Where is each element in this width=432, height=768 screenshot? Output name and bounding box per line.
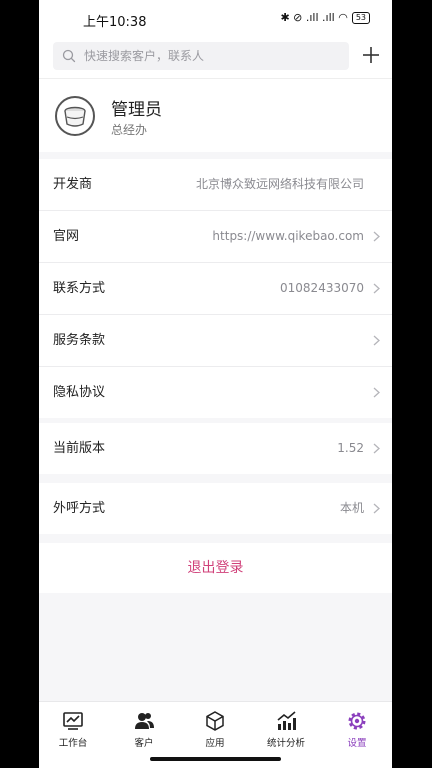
chevron-right-icon xyxy=(373,231,380,242)
status-time: 上午10:38 xyxy=(83,15,147,30)
profile-name: 管理员 xyxy=(111,100,162,120)
settings-screen: 上午10:38 ✱ ⊘ .ıll .ıll ◠ 53 管理员 总 xyxy=(39,0,392,768)
chevron-right-icon xyxy=(373,335,380,346)
bar-chart-icon xyxy=(277,711,296,730)
row-label: 开发商 xyxy=(53,177,93,192)
chevron-right-icon xyxy=(373,443,380,454)
logout-button[interactable]: 退出登录 xyxy=(39,543,392,593)
chevron-right-icon xyxy=(373,387,380,398)
tab-apps[interactable]: 应用 xyxy=(185,710,245,749)
profile-card[interactable]: 管理员 总经办 xyxy=(39,78,392,152)
row-value: https://www.qikebao.com xyxy=(212,229,364,243)
search-box[interactable] xyxy=(53,42,349,70)
tab-label: 客户 xyxy=(134,738,154,749)
monitor-chart-icon xyxy=(63,712,83,730)
tab-label: 设置 xyxy=(347,738,367,749)
call-group: 外呼方式 本机 xyxy=(39,483,392,534)
battery-icon: 53 xyxy=(351,11,370,24)
avatar xyxy=(55,96,95,136)
cube-icon xyxy=(206,711,224,731)
info-group: 开发商 北京博众致远网络科技有限公司 官网 https://www.qikeba… xyxy=(39,159,392,418)
avatar-icon xyxy=(64,106,86,127)
row-terms[interactable]: 服务条款 xyxy=(39,315,392,367)
tab-label: 统计分析 xyxy=(266,738,305,749)
chevron-right-icon xyxy=(373,503,380,514)
signal-icons: ✱ ⊘ .ıll .ıll ◠ xyxy=(280,11,348,24)
row-value: 北京博众致远网络科技有限公司 xyxy=(195,177,364,191)
row-value: 1.52 xyxy=(337,441,364,455)
profile-title: 总经办 xyxy=(111,123,148,137)
row-developer: 开发商 北京博众致远网络科技有限公司 xyxy=(39,159,392,211)
gear-icon xyxy=(348,712,366,730)
search-input[interactable] xyxy=(84,42,339,70)
row-contact[interactable]: 联系方式 01082433070 xyxy=(39,263,392,315)
tab-label: 工作台 xyxy=(58,738,88,749)
row-label: 当前版本 xyxy=(53,441,106,456)
tab-statistics[interactable]: 统计分析 xyxy=(256,710,316,749)
chevron-right-icon xyxy=(373,283,380,294)
status-icons: ✱ ⊘ .ıll .ıll ◠ 53 xyxy=(280,11,370,24)
status-bar: 上午10:38 ✱ ⊘ .ıll .ıll ◠ 53 xyxy=(39,0,392,36)
search-bar xyxy=(39,36,392,78)
search-icon xyxy=(62,49,76,63)
home-indicator xyxy=(150,757,281,761)
tab-workbench[interactable]: 工作台 xyxy=(43,710,103,749)
row-label: 隐私协议 xyxy=(53,385,106,400)
tab-label: 应用 xyxy=(205,738,225,749)
row-website[interactable]: 官网 https://www.qikebao.com xyxy=(39,211,392,263)
users-icon xyxy=(135,713,154,729)
row-value: 本机 xyxy=(339,501,364,515)
tab-customers[interactable]: 客户 xyxy=(114,710,174,749)
row-value: 01082433070 xyxy=(280,281,364,295)
row-label: 联系方式 xyxy=(53,281,106,296)
row-privacy[interactable]: 隐私协议 xyxy=(39,367,392,418)
row-label: 服务条款 xyxy=(53,333,106,348)
row-label: 外呼方式 xyxy=(53,501,106,516)
row-version[interactable]: 当前版本 1.52 xyxy=(39,423,392,474)
row-label: 官网 xyxy=(53,229,80,244)
tab-settings[interactable]: 设置 xyxy=(327,710,387,749)
row-call-mode[interactable]: 外呼方式 本机 xyxy=(39,483,392,534)
add-button[interactable] xyxy=(360,44,382,66)
version-group: 当前版本 1.52 xyxy=(39,423,392,474)
